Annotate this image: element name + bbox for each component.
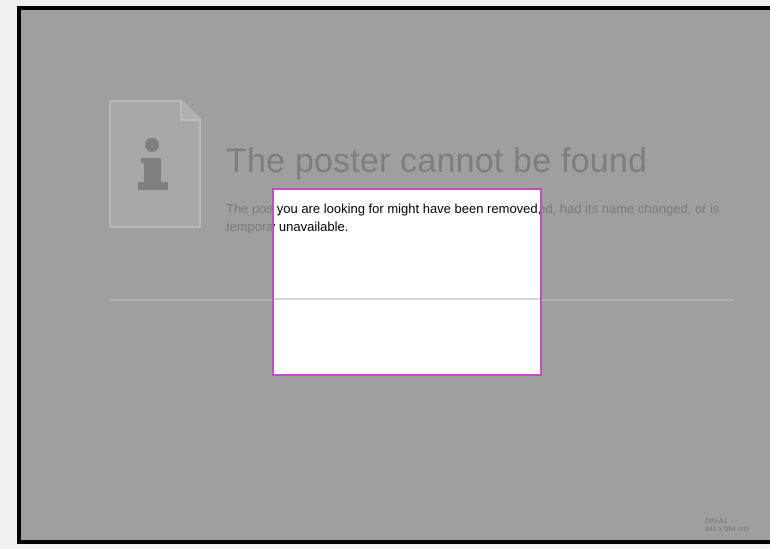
poster-canvas: The poster cannot be found The poster yo… xyxy=(17,6,770,544)
highlighted-description: The poster you are looking for might hav… xyxy=(274,201,542,234)
poster-title: The poster cannot be found xyxy=(226,142,648,180)
paper-size-label: DIN A1 841 x 594 mm xyxy=(705,518,770,534)
paper-size-name: DIN A1 xyxy=(705,518,728,525)
paper-size-dimensions: 841 x 594 mm xyxy=(705,526,750,533)
highlighted-divider xyxy=(274,298,540,300)
highlighted-preview-area: The poster you are looking for might hav… xyxy=(272,188,542,376)
info-document-icon xyxy=(109,100,201,228)
